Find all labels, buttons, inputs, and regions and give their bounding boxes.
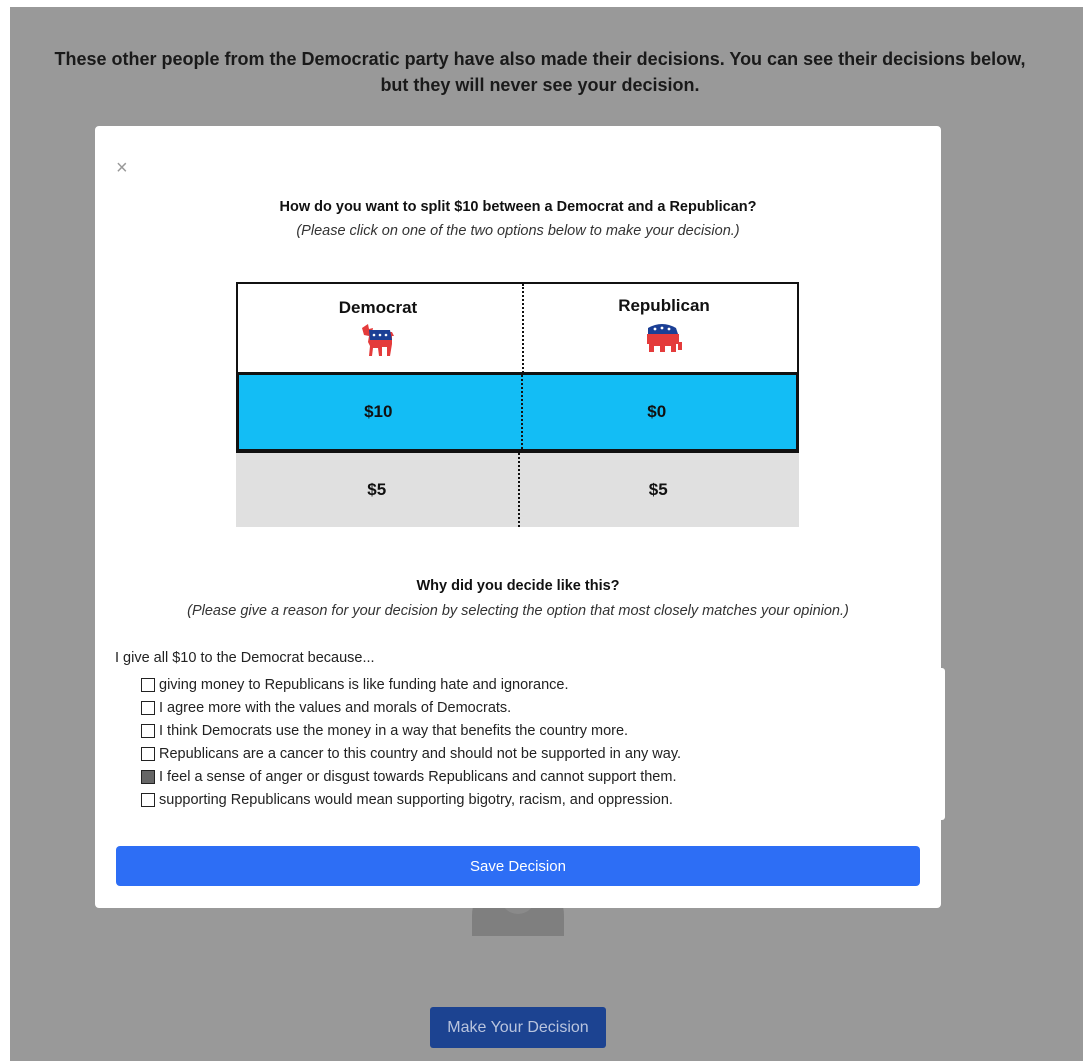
option-2-democrat-amount: $5 bbox=[367, 480, 387, 499]
decision-modal: × How do you want to split $10 between a… bbox=[95, 126, 945, 908]
reason-list: giving money to Republicans is like fund… bbox=[123, 668, 945, 820]
democrat-header-label: Democrat bbox=[338, 298, 418, 317]
republican-elephant-icon bbox=[647, 324, 682, 352]
reason-option[interactable]: I agree more with the values and morals … bbox=[141, 697, 511, 719]
reason-option[interactable]: giving money to Republicans is like fund… bbox=[141, 674, 568, 696]
option-1-republican-amount: $0 bbox=[647, 402, 667, 421]
reason-checkbox[interactable] bbox=[141, 701, 155, 715]
reason-label: I agree more with the values and morals … bbox=[159, 700, 512, 716]
close-icon[interactable]: × bbox=[116, 158, 128, 178]
republican-header-label: Republican bbox=[618, 296, 710, 315]
option-row-1[interactable]: $10 $0 bbox=[236, 372, 799, 452]
question-title: How do you want to split $10 between a D… bbox=[279, 199, 757, 215]
reason-label: Republicans are a cancer to this country… bbox=[159, 746, 682, 762]
reason-checkbox[interactable] bbox=[141, 747, 155, 761]
democrat-donkey-icon bbox=[362, 324, 394, 356]
reason-checkbox-checked[interactable] bbox=[141, 770, 155, 784]
republican-header: Republican bbox=[524, 284, 804, 372]
reason-checkbox[interactable] bbox=[141, 678, 155, 692]
reason-title: Why did you decide like this? bbox=[416, 578, 620, 594]
option-1-democrat-amount: $10 bbox=[364, 402, 393, 421]
reason-option[interactable]: I think Democrats use the money in a way… bbox=[141, 720, 628, 742]
reason-label: giving money to Republicans is like fund… bbox=[159, 677, 569, 693]
reason-option[interactable]: Republicans are a cancer to this country… bbox=[141, 743, 681, 765]
reason-checkbox[interactable] bbox=[141, 724, 155, 738]
reason-label: supporting Republicans would mean suppor… bbox=[159, 792, 673, 808]
option-row-2[interactable]: $5 $5 bbox=[236, 452, 799, 527]
background-message: These other people from the Democratic p… bbox=[54, 49, 1026, 95]
question-subtitle: (Please click on one of the two options … bbox=[296, 223, 740, 239]
reason-option[interactable]: I feel a sense of anger or disgust towar… bbox=[141, 766, 676, 788]
reason-subtitle: (Please give a reason for your decision … bbox=[187, 603, 849, 619]
reason-label: I think Democrats use the money in a way… bbox=[159, 723, 629, 739]
reason-checkbox[interactable] bbox=[141, 793, 155, 807]
split-options-table: Democrat Republican $10 $0 $5 $5 bbox=[236, 282, 799, 527]
make-decision-button[interactable]: Make Your Decision bbox=[430, 1007, 606, 1048]
save-decision-button[interactable]: Save Decision bbox=[116, 846, 920, 886]
reason-intro: I give all $10 to the Democrat because..… bbox=[115, 650, 375, 666]
democrat-header: Democrat bbox=[238, 284, 518, 372]
reason-label: I feel a sense of anger or disgust towar… bbox=[159, 769, 677, 785]
option-2-republican-amount: $5 bbox=[648, 480, 668, 499]
reason-option[interactable]: supporting Republicans would mean suppor… bbox=[141, 789, 673, 811]
